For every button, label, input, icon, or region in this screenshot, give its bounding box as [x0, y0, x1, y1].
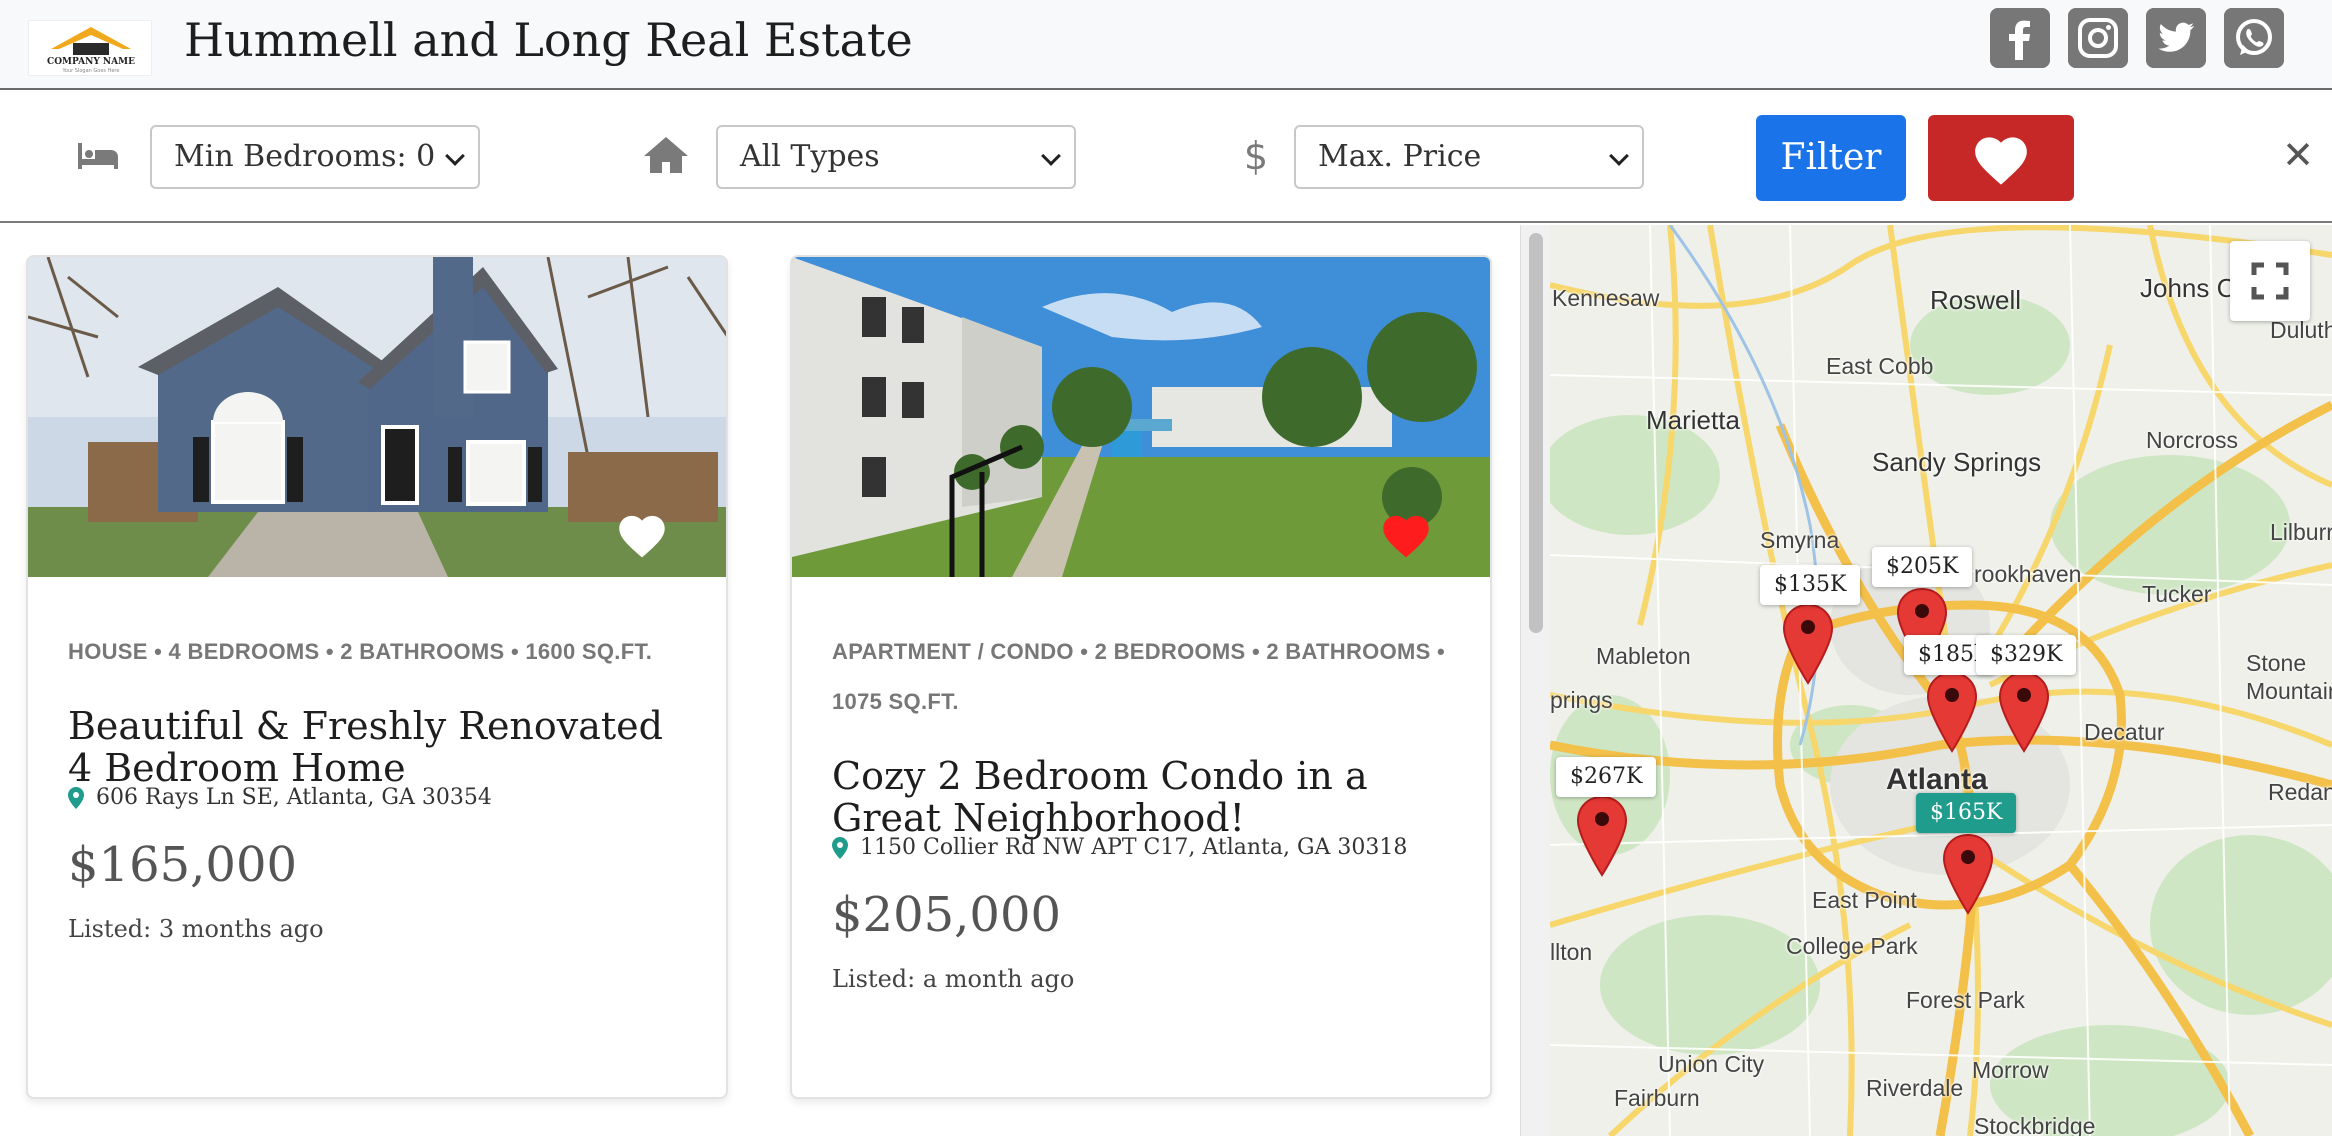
map-marker[interactable] — [1926, 671, 1978, 753]
listing-price: $205,000 — [832, 887, 1062, 943]
map-label: Riverdale — [1866, 1075, 1964, 1101]
listing-meta: HOUSE • 4 BEDROOMS • 2 BATHROOMS • 1600 … — [68, 639, 653, 664]
map-label: Decatur — [2084, 719, 2165, 745]
site-title: Hummell and Long Real Estate — [184, 13, 913, 67]
map-label: Forest Park — [1906, 987, 2025, 1013]
map-label: Sandy Springs — [1872, 447, 2042, 477]
map-label: Roswell — [1930, 285, 2022, 315]
listing-address-text: 1150 Collier Rd NW APT C17, Atlanta, GA … — [860, 835, 1408, 860]
map-label: College Park — [1786, 933, 1918, 959]
logo-company-name: COMPANY NAME — [47, 57, 135, 67]
listings-scrollbar[interactable] — [1520, 225, 1550, 1136]
favorite-toggle[interactable] — [1378, 509, 1434, 559]
map-price-tag[interactable]: $267K — [1556, 757, 1657, 797]
map-label: rookhaven — [1974, 561, 2082, 587]
whatsapp-icon[interactable] — [2224, 8, 2284, 68]
bed-icon — [74, 131, 122, 179]
map-marker[interactable] — [1576, 795, 1628, 877]
heart-icon — [619, 515, 665, 558]
favorite-toggle[interactable] — [614, 509, 670, 559]
min-bedrooms-value: Min Bedrooms: 0 — [174, 139, 436, 174]
home-icon — [642, 131, 690, 179]
listing-address: 606 Rays Ln SE, Atlanta, GA 30354 — [68, 785, 492, 810]
svg-text:$: $ — [1244, 134, 1268, 178]
instagram-icon[interactable] — [2068, 8, 2128, 68]
listing-card[interactable]: APARTMENT / CONDO • 2 BEDROOMS • 2 BATHR… — [790, 255, 1492, 1099]
map-price-tag[interactable]: $135K — [1760, 565, 1861, 605]
map-label: Duluth — [2270, 317, 2332, 343]
map-label: Morrow — [1972, 1057, 2049, 1083]
map-label: Stockbridge — [1974, 1113, 2096, 1136]
property-type-select[interactable]: All Types — [716, 125, 1076, 189]
chevron-down-icon — [1041, 146, 1061, 166]
listing-price: $165,000 — [68, 837, 298, 893]
map-price-tag[interactable]: $329K — [1976, 635, 2077, 675]
company-logo[interactable]: COMPANY NAME Your Slogan Goes Here — [28, 20, 152, 76]
listings-panel: HOUSE • 4 BEDROOMS • 2 BATHROOMS • 1600 … — [0, 225, 1520, 1136]
map-label: Norcross — [2146, 427, 2239, 453]
filter-button[interactable]: Filter — [1756, 115, 1906, 201]
map-marker[interactable] — [1782, 603, 1834, 685]
listing-address: 1150 Collier Rd NW APT C17, Atlanta, GA … — [832, 835, 1407, 860]
map-label: llton — [1550, 939, 1593, 965]
map-label: East Point — [1812, 887, 1917, 913]
map-pin-icon — [832, 836, 848, 859]
listing-date: Listed: 3 months ago — [68, 915, 324, 943]
map-label: Smyrna — [1760, 527, 1840, 553]
map-label: Johns C — [2140, 273, 2236, 303]
map-label: prings — [1550, 687, 1613, 713]
close-button[interactable]: ✕ — [2278, 129, 2318, 181]
chevron-down-icon — [445, 146, 465, 166]
listing-address-text: 606 Rays Ln SE, Atlanta, GA 30354 — [96, 785, 492, 810]
map-price-tag[interactable]: $205K — [1872, 547, 1973, 587]
map-pin-icon — [68, 786, 84, 809]
map-label: Atlanta — [1886, 763, 1988, 796]
map-label: Stone Mountain — [2246, 650, 2332, 704]
map-panel[interactable]: Kennesaw Roswell Johns C Duluth East Cob… — [1550, 225, 2332, 1136]
listing-title[interactable]: Cozy 2 Bedroom Condo in a Great Neighbor… — [832, 755, 1462, 839]
min-bedrooms-select[interactable]: Min Bedrooms: 0 — [150, 125, 480, 189]
map-label: Kennesaw — [1552, 285, 1660, 311]
map-label: Tucker — [2142, 581, 2212, 607]
max-price-select[interactable]: Max. Price — [1294, 125, 1644, 189]
listing-card[interactable]: HOUSE • 4 BEDROOMS • 2 BATHROOMS • 1600 … — [26, 255, 728, 1099]
listing-date: Listed: a month ago — [832, 965, 1075, 993]
map-marker[interactable] — [1998, 671, 2050, 753]
map-label: East Cobb — [1826, 353, 1934, 379]
filter-bar: Min Bedrooms: 0 All Types $ Max. Price F… — [0, 91, 2332, 223]
map-label: Lilburr — [2270, 519, 2332, 545]
chevron-down-icon — [1609, 146, 1629, 166]
scrollbar-thumb[interactable] — [1529, 233, 1543, 633]
map-label: Fairburn — [1614, 1085, 1700, 1111]
map-label: Mableton — [1596, 643, 1691, 669]
map-label: Union City — [1658, 1051, 1765, 1077]
map-label: Redan — [2268, 779, 2332, 805]
listing-title[interactable]: Beautiful & Freshly Renovated 4 Bedroom … — [68, 705, 698, 789]
logo-slogan: Your Slogan Goes Here — [62, 68, 120, 74]
map-label: Marietta — [1646, 405, 1740, 435]
dollar-icon: $ — [1232, 131, 1280, 179]
heart-icon — [1383, 515, 1429, 558]
property-type-value: All Types — [740, 139, 880, 174]
max-price-value: Max. Price — [1318, 139, 1482, 174]
site-header: COMPANY NAME Your Slogan Goes Here Humme… — [0, 0, 2332, 90]
map-marker[interactable] — [1942, 833, 1994, 915]
facebook-icon[interactable] — [1990, 8, 2050, 68]
fullscreen-button[interactable] — [2230, 241, 2310, 321]
heart-icon — [1975, 137, 2027, 185]
twitter-icon[interactable] — [2146, 8, 2206, 68]
favorites-button[interactable] — [1928, 115, 2074, 201]
map-price-tag-active[interactable]: $165K — [1916, 793, 2017, 833]
listing-meta: APARTMENT / CONDO • 2 BEDROOMS • 2 BATHR… — [832, 639, 1445, 714]
fullscreen-icon — [2251, 262, 2289, 300]
